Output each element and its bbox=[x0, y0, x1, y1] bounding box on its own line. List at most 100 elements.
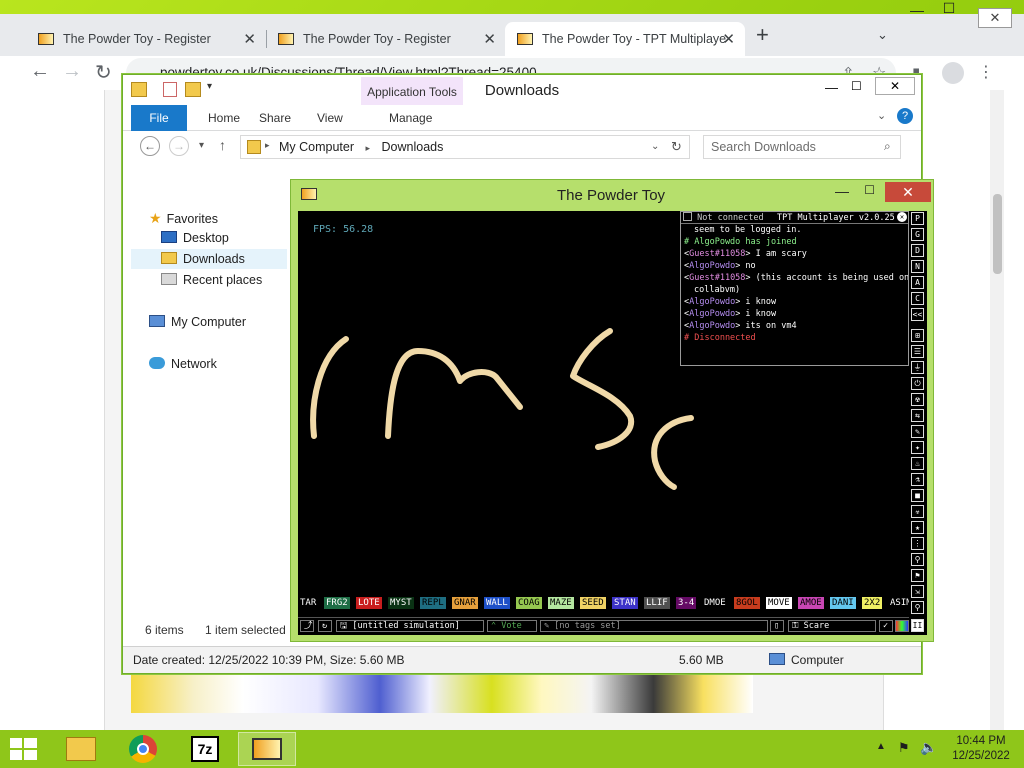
chat-close-icon[interactable]: ✕ bbox=[897, 212, 907, 222]
clock[interactable]: 10:44 PM 12/25/2022 bbox=[944, 734, 1018, 764]
element-button[interactable]: DANI bbox=[830, 597, 856, 609]
category-icon[interactable]: ⏻ bbox=[911, 377, 924, 390]
menu-kebab-icon[interactable]: ⋮ bbox=[978, 62, 994, 82]
element-button[interactable]: COAG bbox=[516, 597, 542, 609]
forward-icon[interactable]: → bbox=[62, 60, 82, 83]
up-icon[interactable]: ↑ bbox=[219, 137, 226, 153]
tab-share[interactable]: Share bbox=[259, 111, 291, 125]
category-button[interactable]: C bbox=[911, 292, 924, 305]
category-icon[interactable]: ⇲ bbox=[911, 585, 924, 598]
clear-sim-icon[interactable]: ▯ bbox=[770, 620, 784, 632]
category-icon[interactable]: ⊞ bbox=[911, 329, 924, 342]
taskbar-chrome[interactable] bbox=[114, 732, 172, 766]
tab-close-icon[interactable]: ✕ bbox=[483, 30, 496, 48]
back-icon[interactable]: ← bbox=[30, 60, 50, 83]
nav-my-computer[interactable]: My Computer bbox=[149, 312, 305, 332]
taskbar-7zip[interactable]: 7z bbox=[176, 732, 234, 766]
pause-button[interactable]: II bbox=[911, 619, 924, 632]
element-button[interactable]: SEED bbox=[580, 597, 606, 609]
element-button[interactable]: MYST bbox=[388, 597, 414, 609]
tags-button[interactable]: ✎ [no tags set] bbox=[540, 620, 768, 632]
taskbar-file-explorer[interactable] bbox=[52, 732, 110, 766]
category-icon[interactable]: ⚲ bbox=[911, 553, 924, 566]
chrome-maximize-button[interactable]: ☐ bbox=[934, 0, 964, 16]
breadcrumb-my-computer[interactable]: My Computer bbox=[279, 140, 354, 154]
breadcrumb-downloads[interactable]: Downloads bbox=[382, 140, 444, 154]
tab-view[interactable]: View bbox=[317, 111, 343, 125]
help-icon[interactable]: ? bbox=[897, 108, 913, 124]
category-button[interactable]: P bbox=[911, 212, 924, 225]
element-button[interactable]: DMOE bbox=[702, 597, 728, 609]
user-button[interactable]: ⚿ Scare bbox=[788, 620, 876, 632]
category-button[interactable]: << bbox=[911, 308, 924, 321]
category-button[interactable]: G bbox=[911, 228, 924, 241]
nav-favorites[interactable]: ★ Favorites bbox=[149, 207, 305, 227]
tab-register-2[interactable]: The Powder Toy - Register ✕ bbox=[266, 22, 506, 56]
vote-button[interactable]: ⌃ Vote bbox=[487, 620, 537, 632]
nav-network[interactable]: Network bbox=[149, 354, 305, 374]
tab-close-icon[interactable]: ✕ bbox=[243, 30, 256, 48]
taskbar-powder-toy[interactable] bbox=[238, 732, 296, 766]
category-icon[interactable]: ⚑ bbox=[911, 569, 924, 582]
address-dropdown-icon[interactable]: ⌄ bbox=[651, 141, 659, 152]
nav-downloads[interactable]: Downloads bbox=[131, 249, 287, 269]
tab-home[interactable]: Home bbox=[208, 111, 240, 125]
category-icon[interactable]: ☣ bbox=[911, 505, 924, 518]
category-icon[interactable]: ⋮ bbox=[911, 537, 924, 550]
element-button[interactable]: 2X2 bbox=[862, 597, 883, 609]
category-button[interactable]: D bbox=[911, 244, 924, 257]
search-input[interactable]: Search Downloads ⌕ bbox=[703, 135, 901, 159]
category-icon[interactable]: ★ bbox=[911, 521, 924, 534]
network-tray-icon[interactable]: ⚑ bbox=[898, 740, 910, 756]
page-scrollbar[interactable] bbox=[990, 90, 1004, 730]
category-icon[interactable]: ⏚ bbox=[911, 361, 924, 374]
element-button[interactable]: TAR bbox=[298, 597, 319, 609]
show-hidden-icons[interactable]: ▲ bbox=[876, 741, 886, 752]
start-windows-icon[interactable] bbox=[10, 738, 38, 760]
chrome-close-button[interactable]: ✕ bbox=[978, 8, 1012, 28]
tab-manage[interactable]: Manage bbox=[389, 111, 432, 125]
element-button[interactable]: 3-4 bbox=[676, 597, 697, 609]
tab-multiplayer[interactable]: The Powder Toy - TPT Multiplaye ✕ bbox=[505, 22, 745, 56]
category-icon[interactable]: ✎ bbox=[911, 425, 924, 438]
tab-file[interactable]: File bbox=[131, 105, 187, 131]
element-button[interactable]: 8GOL bbox=[734, 597, 760, 609]
category-button[interactable]: A bbox=[911, 276, 924, 289]
address-bar[interactable]: ▸ My Computer ▸ Downloads ⌄ ↻ bbox=[240, 135, 690, 159]
category-icon[interactable]: ⚗ bbox=[911, 473, 924, 486]
tab-close-icon[interactable]: ✕ bbox=[722, 30, 735, 48]
recent-locations-icon[interactable]: ▾ bbox=[199, 140, 204, 151]
multiplayer-chat[interactable]: Not connected TPT Multiplayer v2.0.25 ✕ … bbox=[680, 211, 909, 366]
open-save-icon[interactable]: ⤴ bbox=[300, 620, 314, 632]
new-tab-button[interactable]: + bbox=[756, 22, 769, 48]
element-button[interactable]: GNAR bbox=[452, 597, 478, 609]
element-button[interactable]: AMOE bbox=[798, 597, 824, 609]
category-icon[interactable]: ☢ bbox=[911, 393, 924, 406]
save-name-button[interactable]: 🖫 [untitled simulation] bbox=[336, 620, 484, 632]
render-options-icon[interactable]: ✓ bbox=[879, 620, 893, 632]
reload-icon[interactable]: ↻ bbox=[95, 60, 112, 85]
element-button[interactable]: MAZE bbox=[548, 597, 574, 609]
refresh-icon[interactable]: ↻ bbox=[671, 139, 682, 155]
display-modes-icon[interactable] bbox=[895, 620, 909, 632]
element-button[interactable]: LLIF bbox=[644, 597, 670, 609]
simulation-canvas[interactable]: FPS: 56.28 Not connected TPT Multiplayer… bbox=[298, 211, 927, 635]
tpt-close-button[interactable]: ✕ bbox=[885, 182, 931, 202]
element-button[interactable]: REPL bbox=[420, 597, 446, 609]
element-button[interactable]: WALL bbox=[484, 597, 510, 609]
profile-avatar[interactable] bbox=[942, 62, 964, 84]
explorer-maximize-button[interactable]: ☐ bbox=[851, 79, 862, 93]
chrome-minimize-button[interactable]: — bbox=[902, 2, 932, 18]
element-button[interactable]: FRG2 bbox=[324, 597, 350, 609]
volume-icon[interactable]: 🔈 bbox=[920, 739, 937, 756]
element-button[interactable]: MOVE bbox=[766, 597, 792, 609]
explorer-close-button[interactable]: ✕ bbox=[875, 77, 915, 95]
tpt-minimize-button[interactable]: — bbox=[835, 183, 849, 199]
page-scrollbar-thumb[interactable] bbox=[993, 194, 1002, 274]
category-icon[interactable]: ☰ bbox=[911, 345, 924, 358]
category-icon[interactable]: ✦ bbox=[911, 441, 924, 454]
back-icon[interactable]: ← bbox=[140, 136, 160, 156]
ribbon-expand-icon[interactable]: ⌄ bbox=[877, 109, 886, 122]
category-icon[interactable]: ⚲ bbox=[911, 601, 924, 614]
element-button[interactable]: LOTE bbox=[356, 597, 382, 609]
